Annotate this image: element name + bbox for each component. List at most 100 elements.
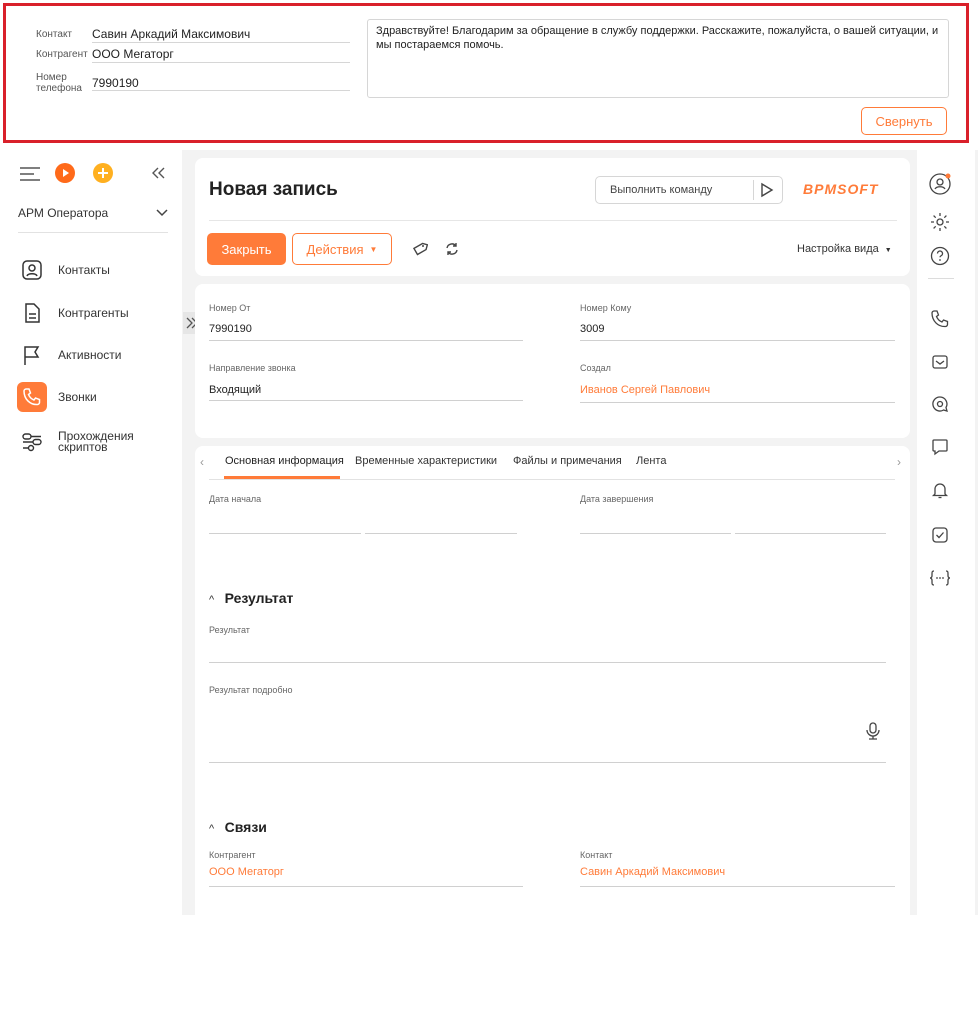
result-details-label: Результат подробно [209, 685, 293, 695]
checkbox-icon[interactable] [928, 523, 952, 547]
sidebar-item-contacts[interactable]: Контакты [20, 255, 170, 285]
contact-label: Контакт [36, 29, 73, 40]
sidebar-item-label: Звонки [58, 390, 97, 404]
tab-files-notes[interactable]: Файлы и примечания [513, 455, 622, 467]
phone-icon [17, 382, 47, 412]
chevron-up-icon: ^ [209, 594, 215, 606]
view-settings-label: Настройка вида [797, 243, 879, 255]
actions-label: Действия [306, 241, 364, 257]
divider [92, 42, 350, 43]
tabs-scroll-right-icon[interactable]: › [897, 455, 901, 469]
collapse-button[interactable]: Свернуть [861, 107, 947, 135]
sidebar-item-activities[interactable]: Активности [20, 340, 170, 370]
end-date-label: Дата завершения [580, 494, 654, 504]
links-contact-link[interactable]: Савин Аркадий Максимович [580, 866, 725, 878]
sidebar-item-calls[interactable]: Звонки [17, 382, 170, 412]
add-icon[interactable] [92, 162, 114, 184]
code-icon[interactable] [928, 566, 952, 590]
tab-time-characteristics[interactable]: Временные характеристики [355, 455, 497, 467]
bell-icon[interactable] [928, 478, 952, 502]
command-input[interactable]: Выполнить команду [595, 176, 783, 204]
to-label: Номер Кому [580, 303, 632, 313]
brand-text: BPMSOFT [803, 181, 879, 197]
result-section-header[interactable]: ^ Результат [209, 590, 293, 608]
tab-feed[interactable]: Лента [636, 455, 666, 467]
links-account-label: Контрагент [209, 850, 256, 860]
tag-icon[interactable] [412, 241, 429, 262]
message-icon[interactable] [928, 435, 952, 459]
scripts-icon [20, 430, 44, 454]
hamburger-icon[interactable] [18, 164, 42, 184]
label-line2: скриптов [58, 440, 108, 454]
help-icon[interactable] [928, 244, 952, 268]
actions-button[interactable]: Действия ▼ [292, 233, 392, 265]
divider [209, 400, 523, 401]
from-value[interactable]: 7990190 [209, 323, 252, 335]
links-contact-label: Контакт [580, 850, 613, 860]
start-time-input[interactable] [365, 533, 517, 534]
tabs-card [195, 446, 910, 915]
contact-value[interactable]: Савин Аркадий Максимович [92, 27, 250, 41]
play-icon[interactable] [54, 162, 76, 184]
command-placeholder: Выполнить команду [610, 184, 713, 196]
tabs-scroll-left-icon[interactable]: ‹ [200, 455, 204, 469]
direction-label: Направление звонка [209, 363, 296, 373]
created-by-link[interactable]: Иванов Сергей Павлович [580, 384, 710, 396]
mail-icon[interactable] [928, 350, 952, 374]
tab-main-info[interactable]: Основная информация [225, 455, 344, 467]
contact-icon [20, 258, 44, 282]
caret-down-icon: ▼ [369, 244, 378, 254]
run-command-icon[interactable] [760, 182, 774, 203]
phone-icon[interactable] [928, 307, 952, 331]
divider [209, 340, 523, 341]
page-title: Новая запись [209, 179, 338, 200]
divider [209, 479, 895, 480]
chat-icon[interactable] [928, 392, 952, 416]
microphone-icon[interactable] [866, 722, 880, 745]
sidebar-item-label: Прохождения скриптов [58, 430, 134, 454]
profile-icon[interactable] [928, 172, 952, 196]
workplace-label: АРМ Оператора [18, 206, 109, 220]
divider [92, 90, 350, 91]
workplace-select[interactable]: АРМ Оператора [18, 206, 168, 220]
start-date-label: Дата начала [209, 494, 262, 504]
divider [928, 278, 954, 279]
links-account-link[interactable]: ООО Мегаторг [209, 866, 284, 878]
account-value[interactable]: ООО Мегаторг [92, 47, 174, 61]
caret-down-icon: ▼ [884, 247, 892, 254]
result-input[interactable] [209, 662, 886, 663]
divider [580, 340, 895, 341]
divider [209, 220, 897, 221]
sidebar-item-label: Активности [58, 348, 122, 362]
collapse-sidebar-icon[interactable] [148, 164, 168, 182]
phone-label-line2: телефона [36, 83, 82, 94]
links-section-title: Связи [224, 819, 267, 835]
from-label: Номер От [209, 303, 251, 313]
created-label: Создал [580, 363, 611, 373]
document-icon [20, 301, 44, 325]
direction-value[interactable]: Входящий [209, 384, 261, 396]
sidebar-item-scripts[interactable]: Прохождения скриптов [20, 425, 170, 459]
close-button[interactable]: Закрыть [207, 233, 286, 265]
sidebar-item-accounts[interactable]: Контрагенты [20, 298, 170, 328]
result-label: Результат [209, 625, 250, 635]
links-section-header[interactable]: ^ Связи [209, 819, 267, 837]
view-settings-button[interactable]: Настройка вида ▼ [797, 243, 892, 255]
fields-card [195, 284, 910, 438]
refresh-icon[interactable] [444, 241, 460, 262]
result-details-input[interactable] [209, 762, 886, 763]
divider [580, 886, 895, 887]
phone-label-line1: Номер [36, 72, 67, 83]
divider [92, 62, 350, 63]
phone-value[interactable]: 7990190 [92, 76, 139, 90]
to-value[interactable]: 3009 [580, 323, 604, 335]
end-time-input[interactable] [735, 533, 886, 534]
chevron-down-icon [156, 209, 168, 217]
end-date-input[interactable] [580, 533, 731, 534]
gear-icon[interactable] [928, 210, 952, 234]
divider [580, 402, 895, 403]
sidebar-item-label: Контакты [58, 263, 110, 277]
start-date-input[interactable] [209, 533, 361, 534]
script-textarea[interactable]: Здравствуйте! Благодарим за обращение в … [367, 19, 949, 98]
chevron-up-icon: ^ [209, 823, 215, 835]
